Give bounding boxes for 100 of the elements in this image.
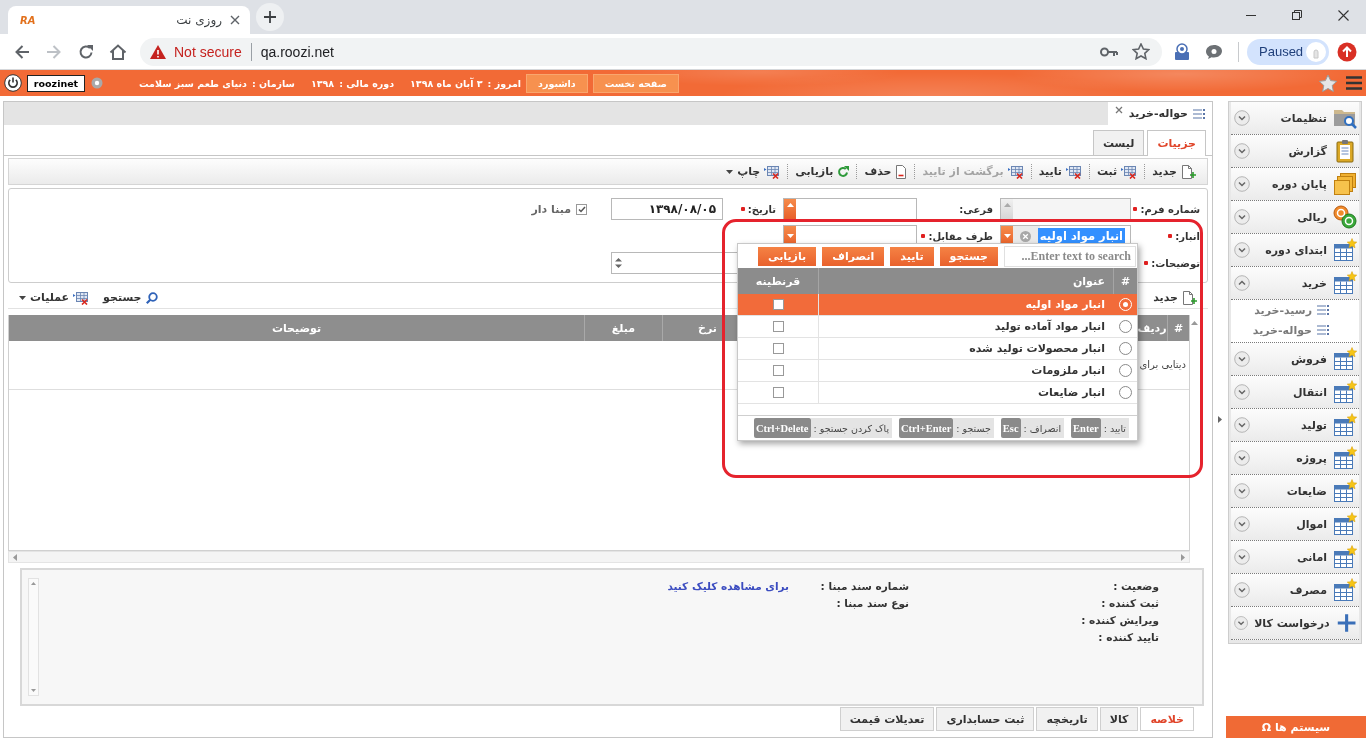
chevron-down-icon[interactable] bbox=[1234, 549, 1250, 565]
menu-icon[interactable] bbox=[1346, 76, 1362, 90]
scroll-up-icon[interactable] bbox=[1191, 321, 1198, 325]
sidebar-item[interactable]: مصرف bbox=[1231, 574, 1359, 607]
scrollbar[interactable] bbox=[28, 578, 39, 696]
chevron-down-icon[interactable] bbox=[1234, 450, 1250, 466]
clear-icon[interactable] bbox=[1020, 230, 1031, 242]
sidebar-item[interactable]: تنظیمات bbox=[1231, 102, 1359, 135]
section-tab[interactable]: ثبت حسابداری bbox=[936, 707, 1035, 731]
document-tab[interactable]: حواله-خرید bbox=[1108, 102, 1212, 125]
table-row[interactable]: انبار ملزومات bbox=[738, 360, 1137, 382]
view-tab[interactable]: لیست bbox=[1092, 130, 1145, 155]
section-tab[interactable]: خلاصه bbox=[1140, 707, 1194, 731]
security-label[interactable]: Not secure bbox=[174, 43, 242, 60]
chevron-down-icon[interactable] bbox=[1234, 242, 1250, 258]
date-field[interactable]: ۱۳۹۸/۰۸/۰۵ bbox=[611, 198, 723, 220]
scroll-down-icon[interactable] bbox=[31, 689, 36, 692]
sidebar-item[interactable]: تولید bbox=[1231, 409, 1359, 442]
star-icon[interactable] bbox=[1132, 43, 1150, 60]
toolbar-button[interactable]: حذف bbox=[857, 160, 915, 183]
back-icon[interactable] bbox=[14, 43, 30, 60]
chat-icon[interactable] bbox=[1205, 43, 1223, 60]
address-bar[interactable]: Not secure qa.roozi.net bbox=[140, 37, 1162, 66]
close-icon[interactable] bbox=[230, 15, 240, 25]
scrollbar[interactable] bbox=[8, 551, 1190, 563]
sidebar-item[interactable]: امانی bbox=[1231, 541, 1359, 574]
ring-icon[interactable] bbox=[91, 77, 103, 89]
sidebar-item[interactable]: انتقال bbox=[1231, 376, 1359, 409]
toolbar-button[interactable]: ثبت bbox=[1089, 160, 1145, 183]
sidebar-item[interactable]: ضایعات bbox=[1231, 475, 1359, 508]
chevron-down-icon[interactable] bbox=[1234, 615, 1249, 631]
minimize-icon[interactable] bbox=[1246, 14, 1256, 16]
spin-button[interactable] bbox=[784, 199, 796, 219]
chevron-up-icon[interactable] bbox=[1234, 275, 1250, 291]
table-row[interactable]: انبار ضایعات bbox=[738, 382, 1137, 404]
sidebar-item[interactable]: پایان دوره bbox=[1231, 168, 1359, 201]
close-icon[interactable] bbox=[1337, 9, 1349, 21]
toolbar-button[interactable]: جستجو bbox=[96, 286, 165, 309]
section-tab[interactable]: تعدیلات قیمت bbox=[839, 707, 935, 731]
dropdown-button[interactable] bbox=[1001, 226, 1013, 246]
sidebar-item[interactable]: ابتدای دوره bbox=[1231, 234, 1359, 267]
sidebar-subitem[interactable]: حواله-خرید bbox=[1231, 320, 1359, 340]
checkbox[interactable] bbox=[772, 343, 784, 354]
table-row[interactable]: انبار محصولات تولید شده bbox=[738, 338, 1137, 360]
chevron-down-icon[interactable] bbox=[1234, 384, 1250, 400]
chevron-down-icon[interactable] bbox=[1234, 143, 1250, 159]
sidebar-item[interactable]: ریالی bbox=[1231, 201, 1359, 234]
toolbar-button[interactable]: چاپ bbox=[719, 160, 788, 183]
toolbar-button[interactable]: عملیات bbox=[12, 286, 97, 309]
chevron-down-icon[interactable] bbox=[1234, 483, 1250, 499]
radio-button[interactable] bbox=[1118, 386, 1132, 399]
section-tab[interactable]: تاریخچه bbox=[1036, 707, 1098, 731]
chevron-down-icon[interactable] bbox=[1234, 110, 1250, 126]
chevron-down-icon[interactable] bbox=[1234, 582, 1250, 598]
scroll-left-icon[interactable] bbox=[13, 553, 17, 561]
sidebar-item[interactable]: فروش bbox=[1231, 343, 1359, 376]
new-tab-button[interactable] bbox=[256, 3, 284, 31]
details-link[interactable]: برای مشاهده کلیک کنید bbox=[667, 579, 789, 592]
chevron-down-icon[interactable] bbox=[1234, 209, 1250, 225]
reload-icon[interactable] bbox=[78, 43, 94, 60]
close-icon[interactable] bbox=[1115, 106, 1123, 114]
checkbox[interactable] bbox=[576, 203, 587, 215]
star-icon[interactable] bbox=[1318, 73, 1338, 93]
scroll-up-icon[interactable] bbox=[31, 582, 36, 585]
badge-icon[interactable] bbox=[1173, 42, 1191, 61]
sidebar-item[interactable]: درخواست کالا bbox=[1231, 607, 1359, 640]
chevron-down-icon[interactable] bbox=[1234, 516, 1250, 532]
key-icon[interactable] bbox=[1100, 46, 1118, 57]
radio-button[interactable] bbox=[1118, 364, 1132, 377]
restore-icon[interactable] bbox=[1292, 10, 1302, 20]
toolbar-button[interactable]: جدید bbox=[1146, 286, 1204, 309]
toolbar-button[interactable]: بازیابی bbox=[788, 160, 857, 183]
scroll-right-icon[interactable] bbox=[1181, 553, 1185, 561]
sidebar-item[interactable]: خرید bbox=[1231, 267, 1359, 300]
sidebar-item[interactable]: پروژه bbox=[1231, 442, 1359, 475]
profile-button[interactable]: Paused bbox=[1247, 38, 1329, 65]
section-tab[interactable]: کالا bbox=[1099, 707, 1139, 731]
sidebar-item[interactable]: گزارش bbox=[1231, 135, 1359, 168]
view-tab[interactable]: جزییات bbox=[1147, 130, 1206, 156]
table-row[interactable]: انبار مواد آماده تولید bbox=[738, 316, 1137, 338]
toolbar-button[interactable]: تایید bbox=[1031, 160, 1089, 183]
arrow-right-icon[interactable] bbox=[1217, 416, 1222, 423]
toolbar-button[interactable]: جدید bbox=[1145, 160, 1203, 183]
scroll-arrows-icon[interactable] bbox=[615, 257, 622, 269]
chevron-down-icon[interactable] bbox=[1234, 351, 1250, 367]
home-icon[interactable] bbox=[109, 43, 127, 60]
checkbox[interactable] bbox=[772, 321, 784, 332]
sidebar-subitem[interactable]: رسید-خرید bbox=[1231, 300, 1359, 320]
sidebar-item[interactable]: اموال bbox=[1231, 508, 1359, 541]
radio-button[interactable] bbox=[1118, 342, 1132, 355]
chevron-down-icon[interactable] bbox=[1234, 176, 1250, 192]
checkbox[interactable] bbox=[772, 299, 784, 310]
radio-button[interactable] bbox=[1118, 320, 1132, 333]
checkbox[interactable] bbox=[772, 365, 784, 376]
power-icon[interactable] bbox=[4, 74, 22, 92]
dropdown-button[interactable] bbox=[784, 226, 796, 246]
search-field[interactable]: Enter text to search... bbox=[1004, 246, 1136, 267]
chevron-down-icon[interactable] bbox=[1234, 417, 1250, 433]
number-field[interactable] bbox=[783, 198, 917, 220]
checkbox[interactable] bbox=[772, 387, 784, 398]
